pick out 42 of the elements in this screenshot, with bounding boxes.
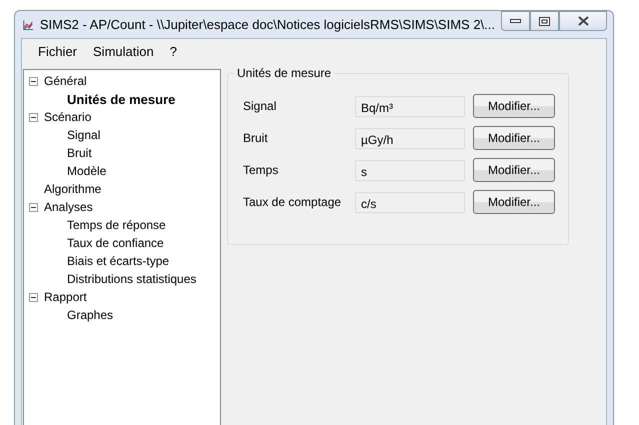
collapse-icon[interactable] [29,202,38,212]
tree-item[interactable]: Algorithme [44,182,102,196]
collapse-icon[interactable] [29,76,38,86]
tree-item[interactable]: Rapport [44,290,87,304]
input-field[interactable]: Bq/m³ [355,96,465,116]
menu-item[interactable]: ? [162,44,185,58]
modify-button[interactable]: Modifier... [473,190,555,214]
collapse-icon[interactable] [29,112,38,122]
tree-item[interactable]: Scénario [44,110,92,124]
window-title: SIMS2 - AP/Count - \\Jupiter\espace doc\Notices logicielsRMS\SIMS\SIMS 2\... [40,17,495,32]
group-title: Unités de mesure [234,66,334,80]
tree-item[interactable]: Graphes [67,308,114,322]
modify-button[interactable]: Modifier... [473,158,555,182]
field-label: Temps [243,163,280,177]
field-label: Signal [243,99,278,113]
chart-icon [23,18,34,32]
modify-button[interactable]: Modifier... [473,126,555,150]
tree-item[interactable]: Modèle [67,164,106,178]
tree-item[interactable]: Signal [67,128,100,142]
tree-item[interactable]: Unités de mesure [67,92,176,106]
menu-item[interactable]: Simulation [85,44,162,58]
input-field[interactable]: c/s [355,192,465,212]
field-label: Taux de comptage [243,195,342,209]
input-field[interactable]: s [355,160,465,180]
close-button[interactable] [559,11,607,31]
collapse-icon[interactable] [29,292,38,302]
tree-item[interactable]: Analyses [44,200,93,214]
input-field[interactable]: µGy/h [355,128,465,148]
maximize-button[interactable] [530,11,559,31]
tree-item[interactable]: Distributions statistiques [67,272,196,286]
tree-item[interactable]: Biais et écarts-type [67,254,170,268]
field-label: Bruit [243,131,269,145]
minimize-icon [510,18,521,24]
menu-item[interactable]: Fichier [30,44,86,58]
close-icon [578,16,588,26]
modify-button[interactable]: Modifier... [473,94,555,118]
minimize-button[interactable] [501,11,530,31]
tree-item[interactable]: Général [44,74,87,88]
maximize-icon [539,16,550,26]
tree-item[interactable]: Taux de confiance [67,236,164,250]
tree-item[interactable]: Temps de réponse [67,218,166,232]
tree-item[interactable]: Bruit [67,146,92,160]
